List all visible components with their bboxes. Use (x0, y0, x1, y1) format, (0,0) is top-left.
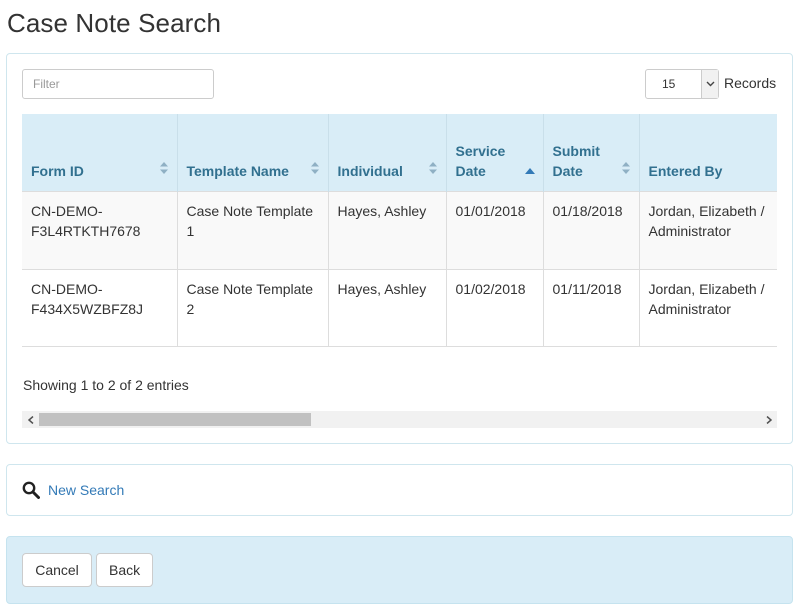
column-header-label: Service Date (455, 142, 506, 179)
sort-ascending-icon (524, 159, 535, 179)
results-table-container: Form ID Template Name Individual Service Da… (22, 114, 777, 347)
column-header-label: Template Name (186, 162, 289, 179)
table-cell: 01/01/2018 (446, 190, 544, 269)
table-cell: Case Note Template 2 (177, 268, 329, 346)
column-header-label: Form ID (31, 162, 84, 179)
search-icon[interactable] (22, 481, 40, 504)
table-cell: Hayes, Ashley (328, 190, 447, 269)
chevron-down-icon (701, 70, 718, 98)
scroll-right-arrow-icon[interactable] (760, 411, 777, 428)
table-cell: Jordan, Elizabeth / Administrator (639, 268, 777, 346)
records-per-page-value: 15 (662, 77, 676, 91)
column-header-individual[interactable]: Individual (328, 114, 447, 191)
table-cell: Case Note Template 1 (177, 190, 329, 269)
table-cell: CN-DEMO- F3L4RTKTH7678 (22, 190, 178, 269)
table-cell: 01/02/2018 (446, 268, 544, 346)
table-cell: CN-DEMO- F434X5WZBFZ8J (22, 268, 178, 346)
records-label: Records (724, 75, 777, 91)
column-header-label: Submit Date (552, 142, 600, 179)
new-search-link[interactable]: New Search (48, 482, 124, 498)
table-cell: 01/11/2018 (543, 268, 640, 346)
table-info: Showing 1 to 2 of 2 entries (23, 377, 189, 393)
table-cell: 01/18/2018 (543, 190, 640, 269)
scroll-left-arrow-icon[interactable] (22, 411, 39, 428)
search-panel: New Search (6, 464, 793, 516)
sort-both-icon (621, 159, 631, 179)
cancel-button[interactable]: Cancel (22, 553, 92, 587)
footer-panel: Cancel Back (6, 536, 793, 604)
table-row[interactable]: CN-DEMO- F3L4RTKTH7678 Case Note Template … (22, 190, 777, 269)
table-cell: Hayes, Ashley (328, 268, 447, 346)
results-table: Form ID Template Name Individual Service Da… (22, 114, 777, 346)
column-header-service-date[interactable]: Service Date (446, 114, 544, 191)
table-row[interactable]: CN-DEMO- F434X5WZBFZ8J Case Note Template … (22, 268, 777, 346)
column-header-form-id[interactable]: Form ID (22, 114, 178, 191)
table-header-row: Form ID Template Name Individual Service Da… (22, 114, 777, 191)
column-header-template-name[interactable]: Template Name (177, 114, 329, 191)
sort-both-icon (428, 159, 438, 179)
column-header-label: Individual (337, 162, 403, 179)
sort-both-icon (310, 159, 320, 179)
column-header-submit-date[interactable]: Submit Date (543, 114, 640, 191)
page-title: Case Note Search (7, 8, 222, 38)
sort-both-icon (159, 159, 169, 179)
column-header-entered-by[interactable]: Entered By (639, 114, 777, 191)
back-button[interactable]: Back (96, 553, 153, 587)
scrollbar-thumb[interactable] (39, 413, 311, 426)
table-body: CN-DEMO- F3L4RTKTH7678 Case Note Template … (22, 190, 777, 346)
table-cell: Jordan, Elizabeth / Administrator (639, 190, 777, 269)
horizontal-scrollbar[interactable] (22, 411, 777, 428)
results-panel: 15 Records Form ID Template Name Individua… (6, 53, 793, 444)
column-header-label: Entered By (648, 162, 723, 179)
filter-input[interactable] (22, 69, 214, 99)
records-per-page-select[interactable]: 15 (645, 69, 719, 99)
